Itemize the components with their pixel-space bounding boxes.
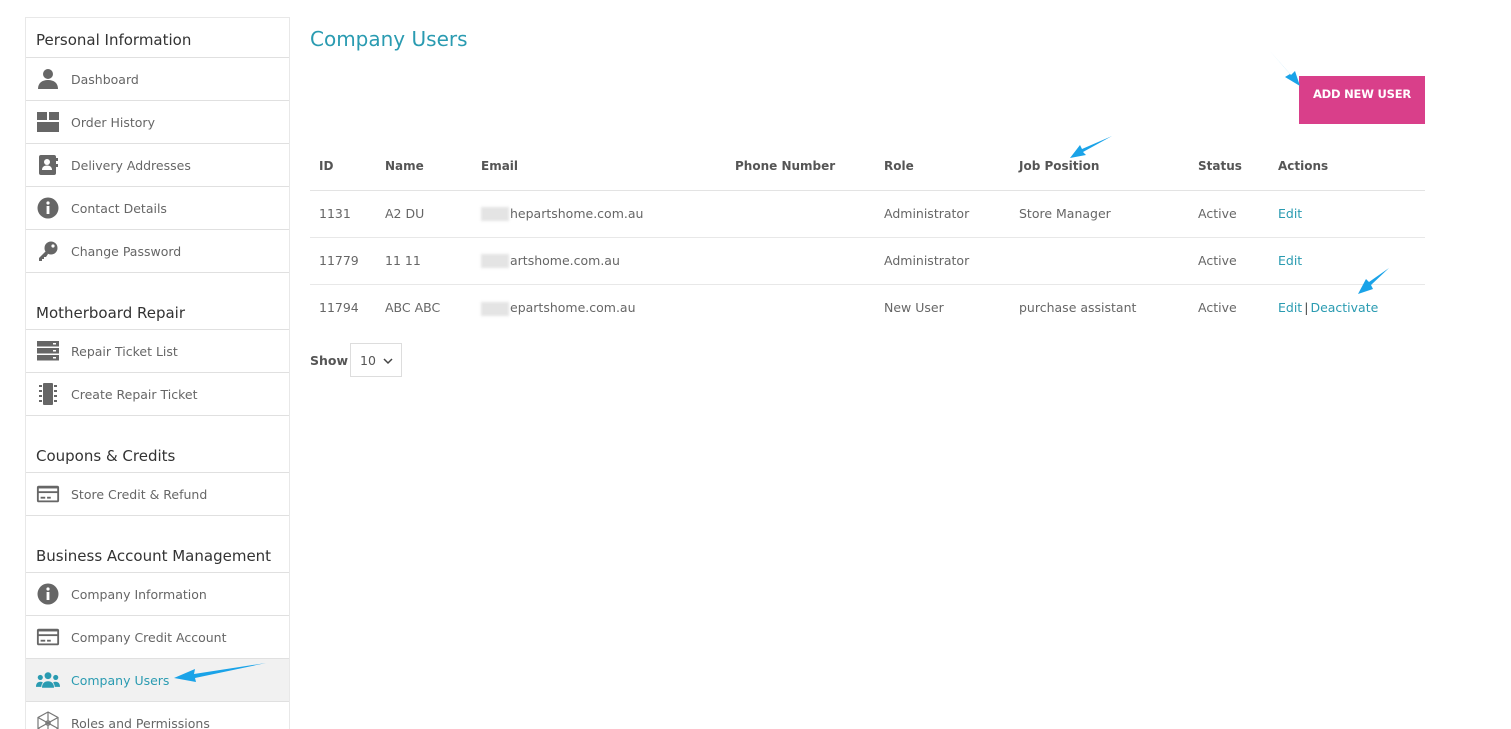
sidebar-item-company-users[interactable]: Company Users [26,659,289,702]
cell-status: Active [1189,190,1269,238]
page-size-select[interactable]: 10 [350,343,403,377]
sidebar-item-label: Contact Details [71,200,167,216]
show-label: Show [310,352,349,368]
column-header-id: ID [310,143,376,191]
column-header-name: Name [376,143,472,191]
cell-status: Active [1198,300,1237,316]
column-header-email: Email [472,143,726,191]
page-size-value: 10 [360,352,376,368]
address-book-icon [36,153,60,177]
cell-phone [726,237,875,285]
column-header-status: Status [1189,143,1269,191]
credit-card-icon [36,625,60,649]
deactivate-link[interactable]: Deactivate [1310,300,1378,315]
cell-email: epartshome.com.au [472,284,726,331]
sidebar-item-label: Change Password [71,243,182,259]
cell-role: Administrator [875,190,1010,238]
sidebar-item-company-information[interactable]: Company Information [26,573,289,616]
cell-actions: Edit | Deactivate [1269,284,1425,331]
users-table: ID Name Email Phone Number Role Job Posi… [310,143,1425,331]
cell-name: 11 11 [376,237,472,285]
edit-link[interactable]: Edit [1278,300,1302,315]
email-domain: hepartshome.com.au [510,205,644,221]
cell-actions: Edit [1269,190,1425,238]
redacted-email-prefix [481,301,509,316]
email-domain: artshome.com.au [510,252,620,268]
sidebar-item-label: Company Information [71,586,207,602]
email-domain: epartshome.com.au [510,300,636,315]
cell-role: Administrator [875,237,1010,285]
column-header-actions: Actions [1269,143,1425,191]
section-title-motherboard-repair: Motherboard Repair [26,273,289,330]
section-title-personal-information: Personal Information [26,18,289,58]
sidebar-item-order-history[interactable]: Order History [26,101,289,144]
table-header-row: ID Name Email Phone Number Role Job Posi… [310,143,1425,191]
section-title-coupons-credits: Coupons & Credits [26,416,289,473]
sidebar-item-change-password[interactable]: Change Password [26,230,289,273]
cell-name: A2 DU [376,190,472,238]
action-separator: | [1304,300,1309,316]
edit-link[interactable]: Edit [1278,253,1302,268]
chevron-down-icon [383,353,393,368]
users-icon [36,668,60,692]
user-icon [36,67,60,91]
sidebar-item-roles-and-permissions[interactable]: Roles and Permissions [26,702,289,729]
credit-card-icon [36,482,60,506]
cell-job-position: purchase assistant [1019,300,1137,316]
server-list-icon [36,339,60,363]
section-title-business-account-management: Business Account Management [26,516,289,573]
info-icon [36,196,60,220]
box-icon [36,110,60,134]
sidebar-item-repair-ticket-list[interactable]: Repair Ticket List [26,330,289,373]
sidebar-item-contact-details[interactable]: Contact Details [26,187,289,230]
sidebar-item-label: Delivery Addresses [71,157,191,173]
cell-email: artshome.com.au [472,237,726,285]
redacted-email-prefix [481,254,509,269]
table-row: 11779 11 11 artshome.com.au Administrato… [310,237,1425,285]
cell-role: New User [884,300,944,316]
network-icon [36,711,60,729]
sidebar-item-label: Order History [71,114,155,130]
column-header-role: Role [875,143,1010,191]
page-size-control: Show 10 [310,343,403,377]
sidebar-item-label: Company Users [71,672,170,688]
sidebar-item-label: Dashboard [71,71,139,87]
sidebar-item-dashboard[interactable]: Dashboard [26,58,289,101]
cell-phone [726,190,875,238]
page-title: Company Users [310,27,468,51]
key-icon [36,239,60,263]
sidebar-item-label: Create Repair Ticket [71,386,198,402]
cell-email: hepartshome.com.au [472,190,726,238]
sidebar-item-create-repair-ticket[interactable]: Create Repair Ticket [26,373,289,416]
cell-id: 1131 [310,190,376,238]
sidebar-item-label: Store Credit & Refund [71,486,208,502]
sidebar-item-store-credit-refund[interactable]: Store Credit & Refund [26,473,289,516]
account-sidebar: Personal Information Dashboard Order His… [25,17,290,729]
chip-icon [36,382,60,406]
sidebar-item-label: Roles and Permissions [71,715,210,729]
cell-name: ABC ABC [385,300,441,316]
sidebar-item-delivery-addresses[interactable]: Delivery Addresses [26,144,289,187]
table-row: 1131 A2 DU hepartshome.com.au Administra… [310,190,1425,238]
redacted-email-prefix [481,207,509,222]
edit-link[interactable]: Edit [1278,206,1302,221]
column-header-job-position: Job Position [1010,143,1189,191]
table-row: 11794 ABC ABC epartshome.com.au New User… [310,284,1425,331]
add-new-user-button[interactable]: ADD NEW USER [1299,76,1425,124]
cell-status: Active [1189,237,1269,285]
cell-job-position [1010,237,1189,285]
cell-phone [726,284,875,331]
sidebar-item-label: Company Credit Account [71,629,227,645]
sidebar-item-company-credit-account[interactable]: Company Credit Account [26,616,289,659]
cell-job-position: Store Manager [1010,190,1189,238]
column-header-phone-number: Phone Number [726,143,875,191]
cell-id: 11794 [319,300,359,316]
cell-id: 11779 [310,237,376,285]
cell-actions: Edit [1269,237,1425,285]
sidebar-item-label: Repair Ticket List [71,343,178,359]
info-icon [36,582,60,606]
